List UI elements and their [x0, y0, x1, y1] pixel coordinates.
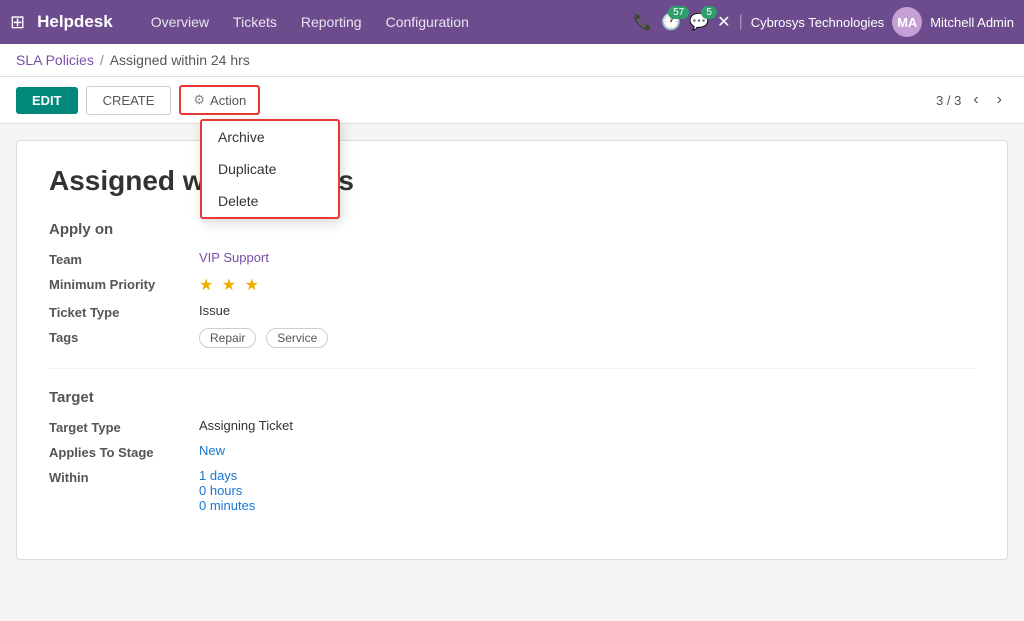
duplicate-item[interactable]: Duplicate [202, 153, 338, 185]
within-values: 1 days 0 hours 0 minutes [199, 468, 255, 513]
record-title: Assigned within 24 hrs [49, 165, 975, 197]
prev-page-button[interactable]: ‹ [967, 89, 984, 111]
gear-icon: ⚙ [193, 92, 205, 108]
grid-icon[interactable]: ⊞ [10, 12, 25, 33]
field-ticket-type: Ticket Type Issue [49, 303, 975, 320]
archive-item[interactable]: Archive [202, 121, 338, 153]
min-priority-label: Minimum Priority [49, 275, 199, 292]
nav-reporting[interactable]: Reporting [291, 10, 372, 34]
tags-container: Repair Service [199, 328, 334, 348]
chat-icon[interactable]: 💬 5 [689, 12, 709, 32]
avatar[interactable]: MA [892, 7, 922, 37]
within-minutes: 0 minutes [199, 498, 255, 513]
breadcrumb: SLA Policies / Assigned within 24 hrs [0, 44, 1024, 77]
field-team: Team VIP Support [49, 250, 975, 267]
action-button[interactable]: ⚙ Action [179, 85, 260, 115]
breadcrumb-current: Assigned within 24 hrs [110, 52, 250, 68]
field-tags: Tags Repair Service [49, 328, 975, 348]
section-divider [49, 368, 975, 369]
clock-badge: 57 [668, 6, 689, 19]
next-page-button[interactable]: › [991, 89, 1008, 111]
team-label: Team [49, 250, 199, 267]
nav-divider: | [739, 13, 743, 31]
target-section-title: Target [49, 389, 975, 406]
nav-overview[interactable]: Overview [141, 10, 219, 34]
priority-stars: ★ ★ ★ [199, 275, 261, 295]
record-card: Assigned within 24 hrs Apply on Team VIP… [16, 140, 1008, 560]
breadcrumb-parent[interactable]: SLA Policies [16, 52, 94, 68]
tag-repair: Repair [199, 328, 256, 348]
team-value[interactable]: VIP Support [199, 250, 269, 265]
pagination: 3 / 3 ‹ › [936, 89, 1008, 111]
top-navigation: ⊞ Helpdesk Overview Tickets Reporting Co… [0, 0, 1024, 44]
toolbar: EDIT CREATE ⚙ Action Archive Duplicate D… [0, 77, 1024, 124]
within-days: 1 days [199, 468, 255, 483]
field-min-priority: Minimum Priority ★ ★ ★ [49, 275, 975, 295]
ticket-type-value: Issue [199, 303, 230, 318]
username: Mitchell Admin [930, 15, 1014, 30]
within-label: Within [49, 468, 199, 485]
delete-item[interactable]: Delete [202, 185, 338, 217]
topnav-right: 📞 🕐 57 💬 5 ✕ | Cybrosys Technologies MA … [633, 7, 1014, 37]
pagination-text: 3 / 3 [936, 93, 961, 108]
breadcrumb-separator: / [100, 52, 104, 68]
nav-configuration[interactable]: Configuration [376, 10, 479, 34]
action-label: Action [210, 93, 246, 108]
tags-label: Tags [49, 328, 199, 345]
chat-badge: 5 [701, 6, 717, 19]
within-hours: 0 hours [199, 483, 255, 498]
field-target-type: Target Type Assigning Ticket [49, 418, 975, 435]
target-type-value: Assigning Ticket [199, 418, 293, 433]
company-name: Cybrosys Technologies [751, 15, 884, 30]
brand-name: Helpdesk [37, 12, 113, 32]
clock-icon[interactable]: 🕐 57 [661, 12, 681, 32]
action-dropdown: Archive Duplicate Delete [200, 119, 340, 219]
nav-tickets[interactable]: Tickets [223, 10, 287, 34]
close-icon[interactable]: ✕ [717, 12, 730, 32]
ticket-type-label: Ticket Type [49, 303, 199, 320]
field-applies-to-stage: Applies To Stage New [49, 443, 975, 460]
applies-to-stage-label: Applies To Stage [49, 443, 199, 460]
nav-menu: Overview Tickets Reporting Configuration [141, 10, 626, 34]
apply-on-section-title: Apply on [49, 221, 975, 238]
main-content: Assigned within 24 hrs Apply on Team VIP… [0, 124, 1024, 576]
field-within: Within 1 days 0 hours 0 minutes [49, 468, 975, 513]
phone-icon[interactable]: 📞 [633, 12, 653, 32]
tag-service: Service [266, 328, 328, 348]
applies-to-stage-value: New [199, 443, 225, 458]
target-type-label: Target Type [49, 418, 199, 435]
edit-button[interactable]: EDIT [16, 87, 78, 114]
create-button[interactable]: CREATE [86, 86, 172, 115]
